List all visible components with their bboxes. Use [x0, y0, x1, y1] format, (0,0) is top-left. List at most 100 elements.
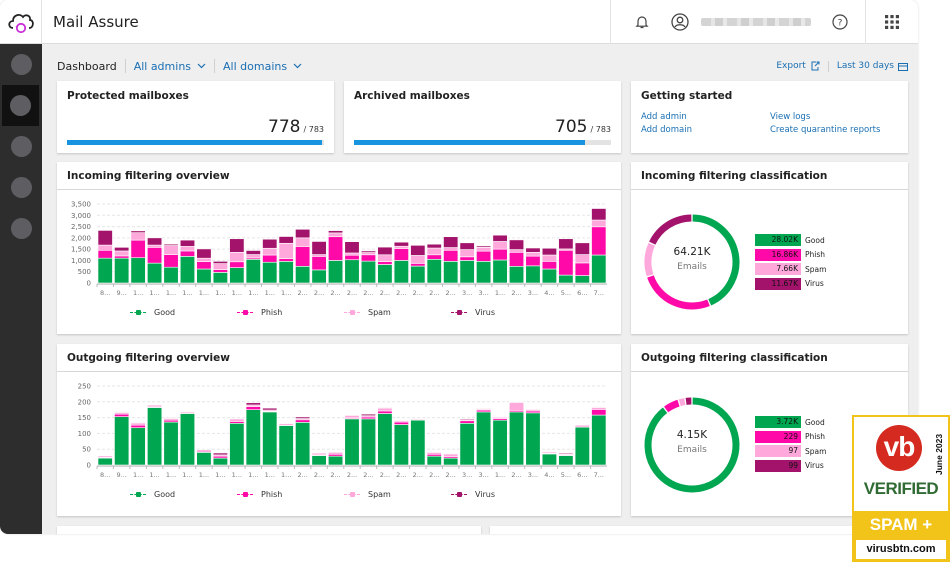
date-range-picker[interactable]: Last 30 days	[837, 61, 908, 71]
bar-segment-phish[interactable]	[492, 248, 508, 261]
bar-segment-virus[interactable]	[525, 247, 541, 253]
app-logo[interactable]	[0, 0, 42, 44]
bar-segment-good[interactable]	[508, 265, 525, 284]
bar-segment-virus[interactable]	[558, 452, 574, 455]
bar-segment-virus[interactable]	[393, 419, 409, 422]
bar-segment-spam[interactable]	[295, 237, 311, 247]
bar-segment-good[interactable]	[212, 457, 228, 466]
bar-segment-virus[interactable]	[196, 248, 212, 259]
bar-segment-good[interactable]	[179, 413, 196, 466]
bar-segment-good[interactable]	[360, 418, 376, 466]
donut-slice-phish[interactable]	[647, 275, 710, 310]
bar-segment-good[interactable]	[558, 274, 574, 284]
sidebar-item-1[interactable]	[0, 44, 42, 85]
add-admin-link[interactable]: Add admin	[641, 112, 687, 122]
bar-segment-good[interactable]	[393, 424, 409, 466]
bar-segment-phish[interactable]	[114, 255, 130, 259]
bar-segment-virus[interactable]	[229, 238, 245, 253]
bar-segment-spam[interactable]	[229, 252, 245, 263]
donut-slice-spam[interactable]	[678, 398, 686, 407]
donut-slice-virus[interactable]	[649, 214, 692, 245]
bar-segment-spam[interactable]	[591, 219, 607, 228]
bar-segment-virus[interactable]	[426, 243, 442, 249]
bar-segment-phish[interactable]	[377, 261, 393, 265]
bar-segment-virus[interactable]	[295, 228, 311, 239]
legend-item-good[interactable]: Good	[130, 490, 237, 499]
bar-segment-phish[interactable]	[179, 250, 196, 257]
bar-segment-good[interactable]	[459, 422, 475, 466]
bar-segment-good[interactable]	[377, 413, 393, 466]
bar-segment-virus[interactable]	[179, 239, 196, 247]
bar-segment-good[interactable]	[130, 257, 146, 284]
bar-segment-virus[interactable]	[443, 453, 459, 455]
bar-segment-virus[interactable]	[147, 237, 163, 246]
bar-segment-phish[interactable]	[114, 413, 130, 417]
bar-segment-virus[interactable]	[262, 407, 278, 411]
sidebar-item-4[interactable]	[0, 167, 42, 208]
bar-segment-virus[interactable]	[393, 241, 409, 247]
bar-segment-virus[interactable]	[130, 422, 146, 424]
domains-dropdown[interactable]: All domains	[223, 60, 302, 73]
bar-segment-phish[interactable]	[476, 250, 492, 262]
bar-segment-good[interactable]	[574, 275, 590, 284]
legend-item-phish[interactable]: Phish	[237, 490, 344, 499]
bar-segment-phish[interactable]	[262, 254, 278, 263]
bar-segment-spam[interactable]	[328, 452, 344, 455]
bar-segment-good[interactable]	[410, 419, 426, 466]
bar-segment-virus[interactable]	[163, 243, 179, 246]
bar-segment-phish[interactable]	[393, 421, 409, 425]
bar-segment-good[interactable]	[476, 411, 492, 466]
bar-segment-virus[interactable]	[344, 414, 360, 416]
bar-segment-good[interactable]	[393, 260, 409, 284]
bar-segment-virus[interactable]	[360, 413, 376, 417]
bar-segment-spam[interactable]	[328, 232, 344, 238]
bar-segment-virus[interactable]	[508, 401, 525, 403]
bar-segment-spam[interactable]	[130, 232, 146, 241]
bar-segment-good[interactable]	[245, 259, 261, 284]
bar-segment-spam[interactable]	[278, 242, 294, 259]
bar-segment-virus[interactable]	[114, 411, 130, 413]
bar-segment-good[interactable]	[591, 254, 607, 284]
bar-segment-spam[interactable]	[574, 424, 590, 428]
bar-segment-good[interactable]	[147, 407, 163, 466]
bar-segment-good[interactable]	[311, 455, 327, 466]
bar-segment-good[interactable]	[328, 260, 344, 284]
bar-segment-good[interactable]	[97, 257, 113, 284]
bar-segment-good[interactable]	[591, 414, 607, 466]
bar-segment-virus[interactable]	[278, 236, 294, 244]
sidebar-item-2-active[interactable]	[2, 85, 39, 126]
legend-row-good[interactable]: 28.02K Good	[755, 233, 826, 248]
bar-segment-spam[interactable]	[360, 252, 376, 256]
bar-segment-virus[interactable]	[245, 402, 261, 406]
bar-segment-phish[interactable]	[130, 424, 146, 429]
bar-segment-phish[interactable]	[147, 247, 163, 264]
bar-segment-good[interactable]	[163, 421, 179, 466]
bar-segment-good[interactable]	[476, 261, 492, 284]
user-name-redacted[interactable]	[701, 18, 811, 26]
bar-segment-virus[interactable]	[558, 238, 574, 250]
legend-row-phish[interactable]: 229 Phish	[755, 430, 826, 445]
bar-segment-good[interactable]	[163, 266, 179, 284]
bar-segment-spam[interactable]	[344, 415, 360, 419]
bar-segment-spam[interactable]	[508, 402, 525, 411]
bar-segment-spam[interactable]	[130, 422, 146, 426]
bar-segment-virus[interactable]	[212, 452, 228, 456]
bar-segment-phish[interactable]	[459, 420, 475, 424]
legend-item-virus[interactable]: Virus	[451, 308, 558, 317]
bar-segment-good[interactable]	[558, 455, 574, 466]
bar-segment-good[interactable]	[360, 260, 376, 284]
create-quarantine-reports-link[interactable]: Create quarantine reports	[770, 125, 880, 135]
bar-segment-phish[interactable]	[229, 261, 245, 268]
bar-segment-phish[interactable]	[130, 239, 146, 259]
bar-segment-good[interactable]	[328, 455, 344, 466]
bar-segment-good[interactable]	[525, 412, 541, 466]
bar-segment-spam[interactable]	[114, 250, 130, 257]
legend-item-virus[interactable]: Virus	[451, 490, 558, 499]
bar-segment-spam[interactable]	[179, 246, 196, 252]
bar-segment-virus[interactable]	[476, 408, 492, 410]
bar-segment-phish[interactable]	[541, 261, 557, 270]
sidebar-item-5[interactable]	[0, 208, 42, 249]
bar-segment-spam[interactable]	[443, 247, 459, 251]
bar-segment-virus[interactable]	[229, 417, 245, 420]
bar-segment-good[interactable]	[147, 262, 163, 284]
